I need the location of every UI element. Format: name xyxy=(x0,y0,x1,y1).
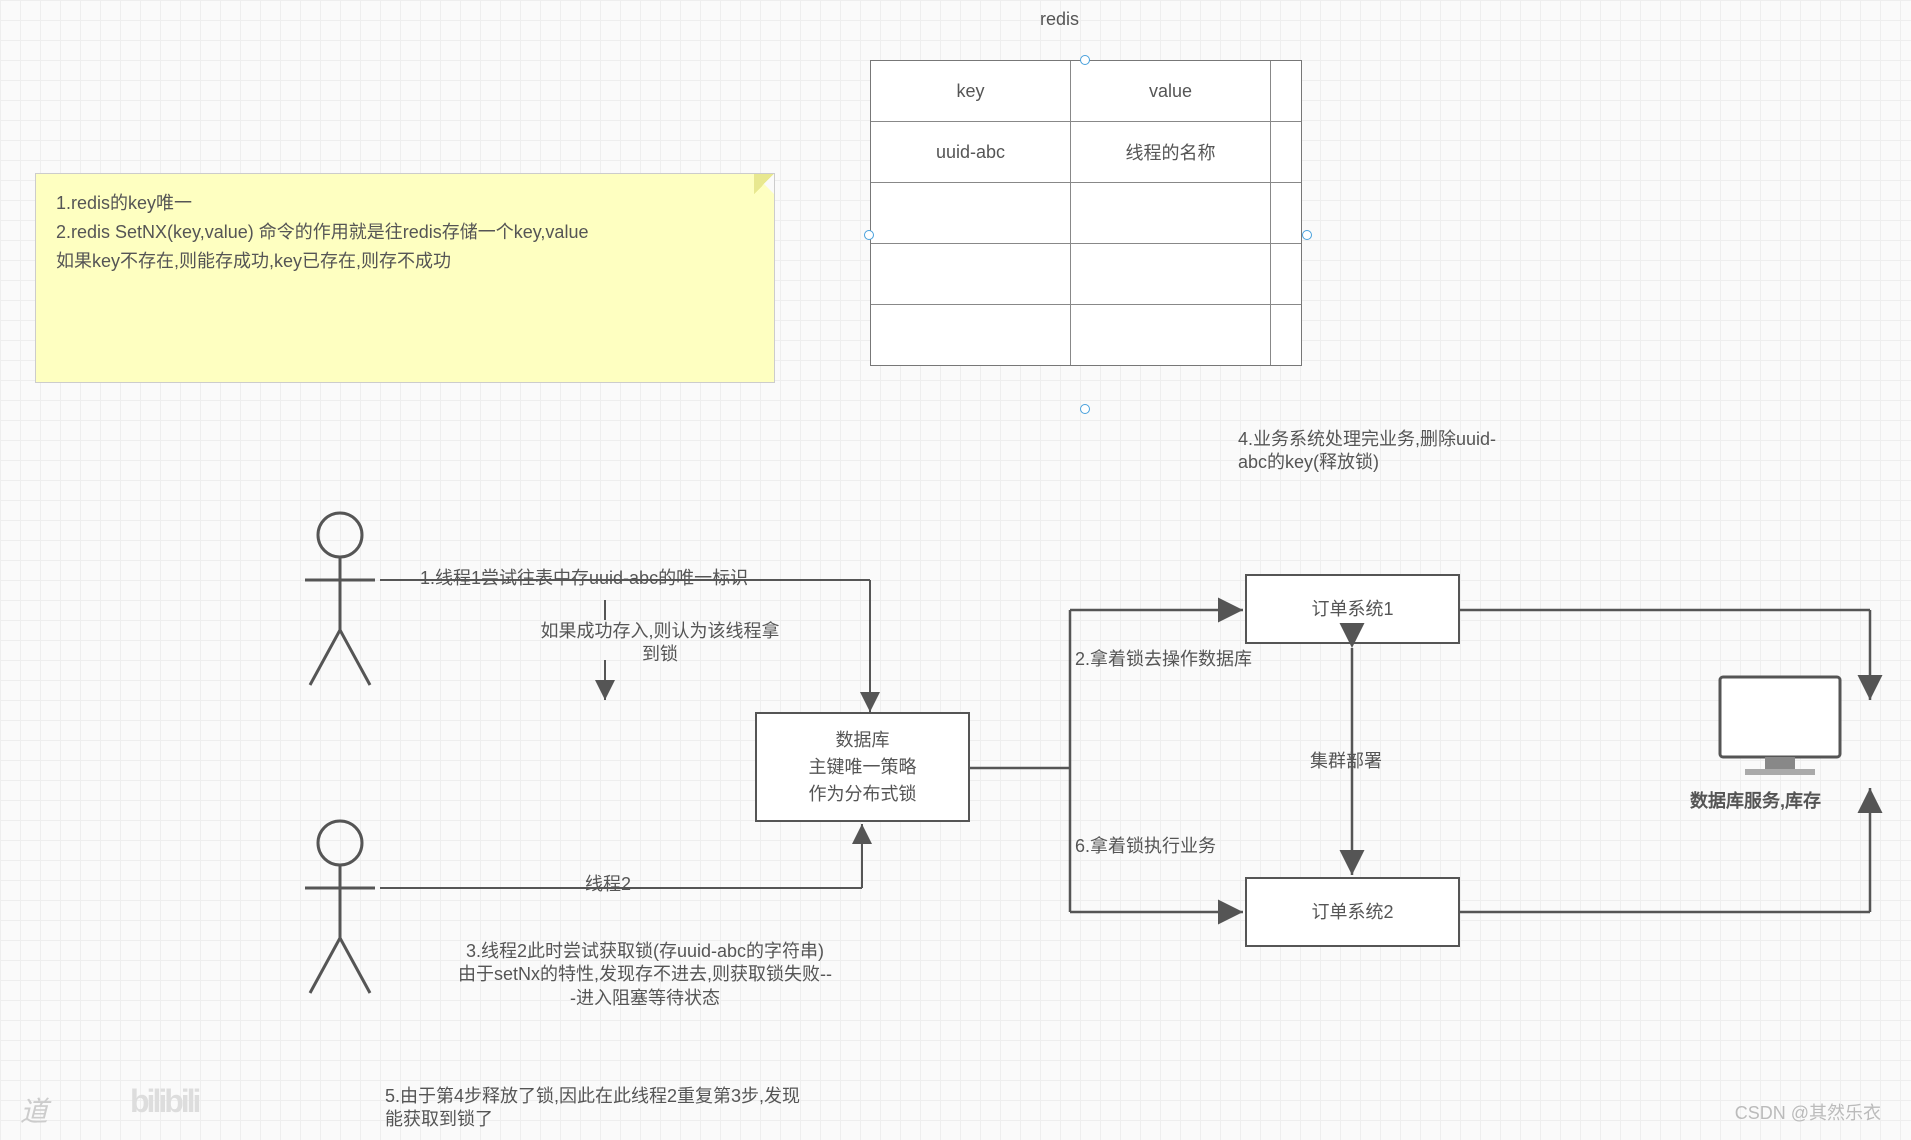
cell-empty xyxy=(871,244,1071,304)
order-system-1-box: 订单系统1 xyxy=(1245,574,1460,644)
cluster-label: 集群部署 xyxy=(1310,750,1382,773)
step-6-label: 6.拿着锁执行业务 xyxy=(1075,835,1216,858)
cell-empty xyxy=(1271,244,1301,304)
database-box: 数据库 主键唯一策略 作为分布式锁 xyxy=(755,712,970,822)
cell-empty xyxy=(1071,244,1271,304)
cell-empty xyxy=(1271,305,1301,365)
header-value: value xyxy=(1071,61,1271,121)
step-4-label: 4.业务系统处理完业务,删除uuid-abc的key(释放锁) xyxy=(1238,428,1498,475)
step-1-sub-label: 如果成功存入,则认为该线程拿到锁 xyxy=(535,620,785,667)
step-3-label: 3.线程2此时尝试获取锁(存uuid-abc的字符串) 由于setNx的特性,发… xyxy=(375,940,915,1010)
diagram-title: redis xyxy=(1040,8,1079,31)
cell-empty xyxy=(1071,305,1271,365)
actor-thread-1 xyxy=(300,510,380,690)
actor-thread-2 xyxy=(300,818,380,998)
selection-handle-icon[interactable] xyxy=(1302,230,1312,240)
note-line-2: 2.redis SetNX(key,value) 命令的作用就是往redis存储… xyxy=(56,218,754,247)
header-extra xyxy=(1271,61,1301,121)
note-line-1: 1.redis的key唯一 xyxy=(56,189,754,218)
order-system-1-label: 订单系统1 xyxy=(1311,596,1393,623)
cell-extra-1 xyxy=(1271,122,1301,182)
redis-table: key value uuid-abc 线程的名称 xyxy=(870,60,1302,366)
selection-handle-icon[interactable] xyxy=(864,230,874,240)
table-row xyxy=(871,305,1301,365)
watermark-text-2: bilibili xyxy=(130,1083,198,1120)
attribution-text: CSDN @其然乐衣 xyxy=(1735,1099,1881,1125)
watermark-text-1: 道 xyxy=(20,1090,48,1130)
db-service-label: 数据库服务,库存 xyxy=(1690,790,1821,813)
note-line-3: 如果key不存在,则能存成功,key已存在,则存不成功 xyxy=(56,247,754,276)
selection-handle-icon[interactable] xyxy=(1080,404,1090,414)
thread-2-label: 线程2 xyxy=(585,873,631,896)
monitor-icon xyxy=(1715,672,1845,787)
step-5-label: 5.由于第4步释放了锁,因此在此线程2重复第3步,发现能获取到锁了 xyxy=(385,1085,805,1132)
sticky-note: 1.redis的key唯一 2.redis SetNX(key,value) 命… xyxy=(35,173,775,383)
database-box-label: 数据库 主键唯一策略 作为分布式锁 xyxy=(809,727,917,808)
table-row xyxy=(871,244,1301,305)
order-system-2-box: 订单系统2 xyxy=(1245,877,1460,947)
header-key: key xyxy=(871,61,1071,121)
cell-empty xyxy=(871,305,1071,365)
cell-value-1: 线程的名称 xyxy=(1071,122,1271,182)
cell-empty xyxy=(871,183,1071,243)
order-system-2-label: 订单系统2 xyxy=(1311,899,1393,926)
table-header-row: key value xyxy=(871,61,1301,122)
step-1-label: 1.线程1尝试往表中存uuid-abc的唯一标识 xyxy=(420,567,748,590)
table-row: uuid-abc 线程的名称 xyxy=(871,122,1301,183)
table-row xyxy=(871,183,1301,244)
cell-key-1: uuid-abc xyxy=(871,122,1071,182)
selection-handle-icon[interactable] xyxy=(1080,55,1090,65)
step-2-label: 2.拿着锁去操作数据库 xyxy=(1075,648,1252,671)
cell-empty xyxy=(1271,183,1301,243)
cell-empty xyxy=(1071,183,1271,243)
